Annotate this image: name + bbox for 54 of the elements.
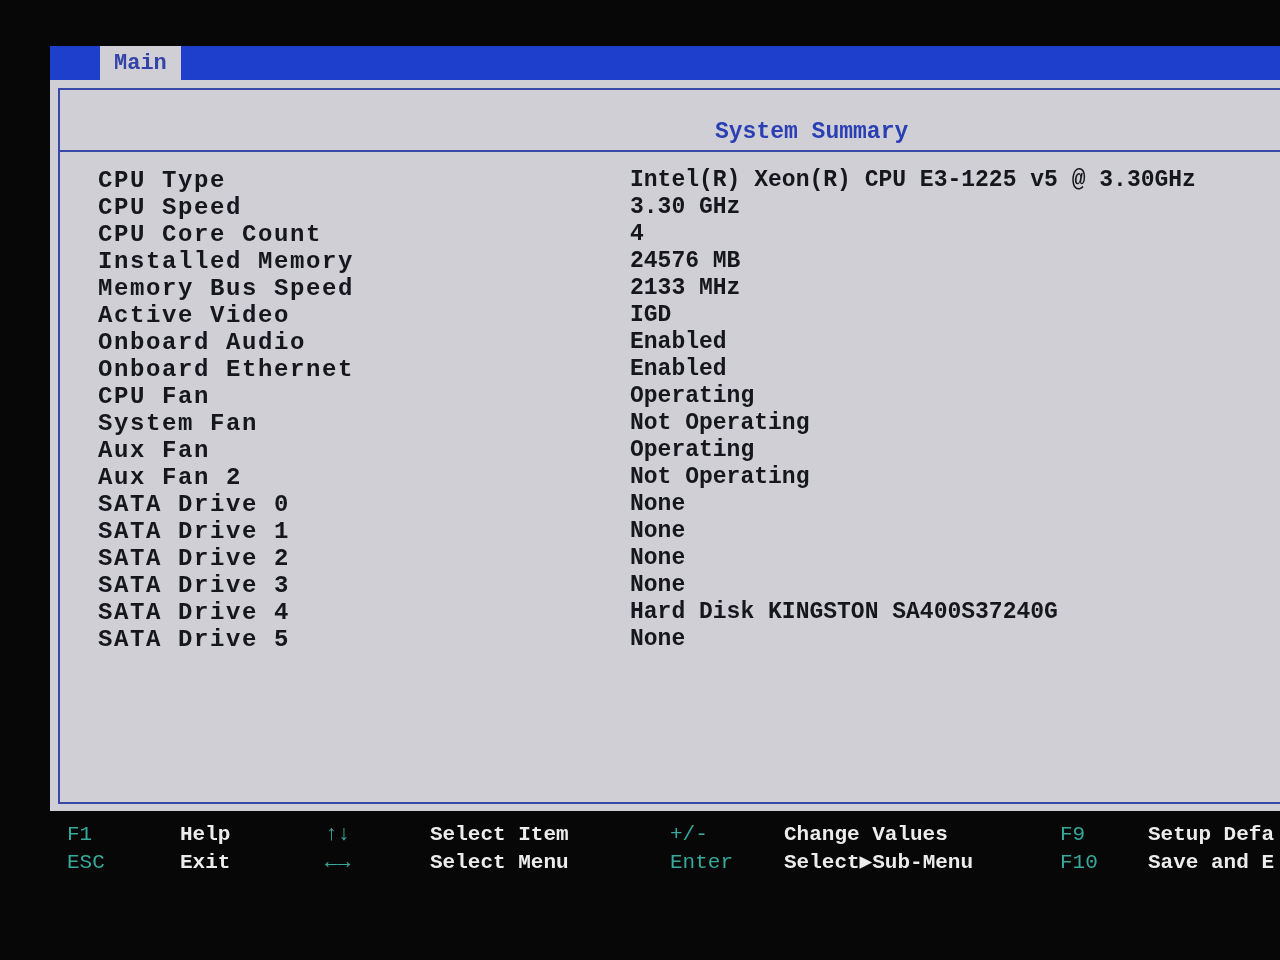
setting-label: CPU Type (97, 167, 227, 194)
section-title: System Summary (715, 118, 909, 146)
key-action: Select▶Sub-Menu (784, 850, 974, 876)
setting-value: None (630, 626, 686, 653)
key-action: Select Item (430, 822, 569, 848)
setting-value: 3.30 GHz (630, 194, 741, 221)
setting-value: IGD (630, 302, 672, 329)
setting-value: Hard Disk KINGSTON SA400S37240G (630, 599, 1058, 626)
key-action: Select Menu (430, 850, 569, 876)
setting-label: SATA Drive 0 (97, 491, 291, 518)
key-hint: ←→ (325, 850, 351, 876)
key-action: Help (180, 822, 231, 848)
key-action: Setup Defa (1148, 822, 1275, 848)
key-hint: ESC (67, 850, 105, 876)
setting-label: Installed Memory (97, 248, 355, 275)
setting-label: Onboard Ethernet (97, 356, 355, 383)
setting-label: Active Video (97, 302, 291, 329)
setting-value: Intel(R) Xeon(R) CPU E3-1225 v5 @ 3.30GHz (630, 167, 1196, 194)
setting-value: 4 (630, 221, 644, 248)
setting-label: SATA Drive 2 (97, 545, 291, 572)
setting-label: CPU Speed (97, 194, 243, 221)
key-hint: F10 (1060, 850, 1098, 876)
setting-value: None (630, 545, 686, 572)
setting-label: SATA Drive 5 (97, 626, 291, 653)
setting-value: Not Operating (630, 464, 810, 491)
setting-label: SATA Drive 3 (97, 572, 291, 599)
key-hint: ↑↓ (325, 822, 351, 848)
setting-value: 2133 MHz (630, 275, 741, 302)
key-hint: +/- (670, 822, 708, 848)
setting-value: Not Operating (630, 410, 810, 437)
key-action: Exit (180, 850, 231, 876)
setting-label: Aux Fan 2 (97, 464, 243, 491)
setting-label: Aux Fan (97, 437, 211, 464)
setting-label: System Fan (97, 410, 259, 437)
setting-value: Operating (630, 437, 755, 464)
key-hint: F1 (67, 822, 93, 848)
key-hint: Enter (670, 850, 733, 876)
key-hint: F9 (1060, 822, 1086, 848)
key-action: Change Values (784, 822, 948, 848)
setting-value: Enabled (630, 356, 727, 383)
menu-tab[interactable]: Main (100, 46, 181, 80)
setting-label: Onboard Audio (97, 329, 307, 356)
setting-value: Enabled (630, 329, 727, 356)
setting-value: None (630, 518, 686, 545)
setting-label: Memory Bus Speed (97, 275, 355, 302)
setting-value: None (630, 572, 686, 599)
setting-value: 24576 MB (630, 248, 741, 275)
setting-value: None (630, 491, 686, 518)
setting-label: SATA Drive 1 (97, 518, 291, 545)
setting-value: Operating (630, 383, 755, 410)
setting-label: CPU Fan (97, 383, 211, 410)
key-action: Save and E (1148, 850, 1275, 876)
setting-label: SATA Drive 4 (97, 599, 291, 626)
setting-label: CPU Core Count (97, 221, 323, 248)
